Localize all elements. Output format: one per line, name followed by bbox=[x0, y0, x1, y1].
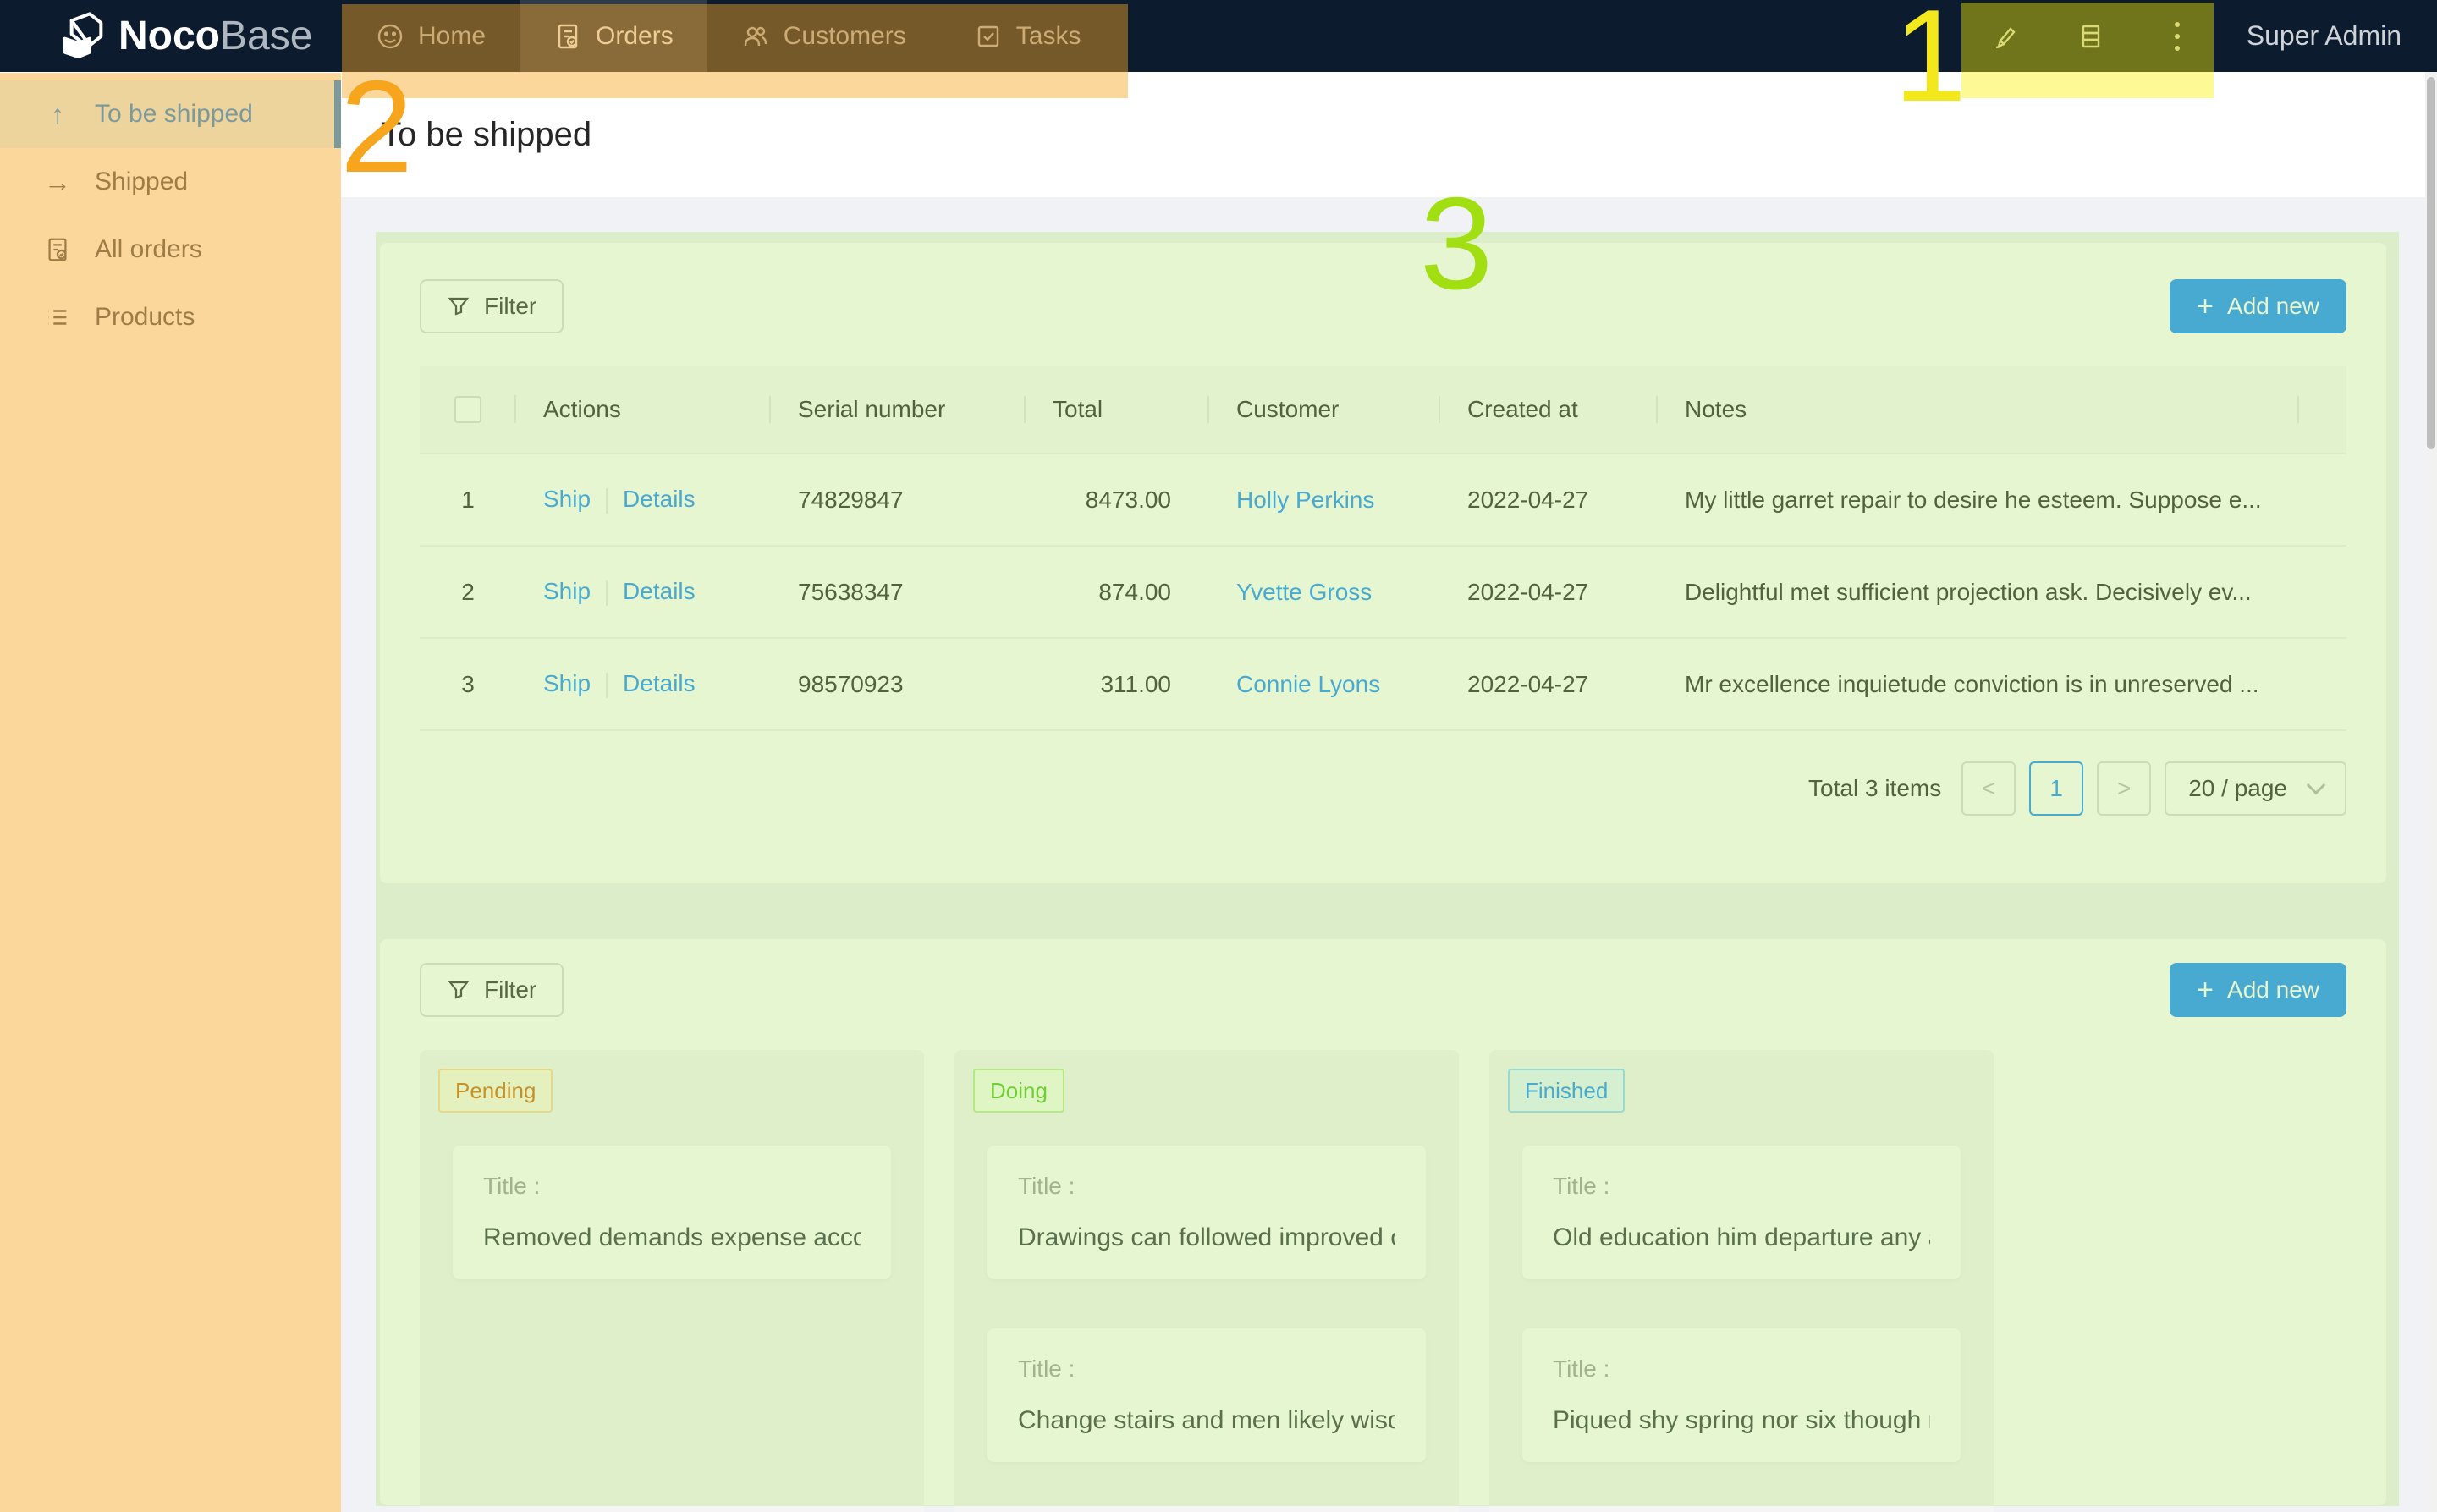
page-title: To be shipped bbox=[381, 116, 591, 154]
row-index: 3 bbox=[420, 671, 516, 698]
pagination: Total 3 items < 1 > 20 / page bbox=[420, 761, 2346, 816]
status-badge: Pending bbox=[438, 1069, 553, 1113]
row-index: 1 bbox=[420, 487, 516, 514]
kanban-item[interactable]: Title : Removed demands expense account … bbox=[453, 1146, 891, 1279]
tab-orders[interactable]: Orders bbox=[520, 0, 707, 72]
file-done-icon bbox=[42, 236, 73, 263]
total-cell: 874.00 bbox=[1026, 579, 1209, 606]
pagination-total: Total 3 items bbox=[1808, 775, 1941, 802]
status-badge: Finished bbox=[1508, 1069, 1625, 1113]
customers-icon bbox=[741, 22, 770, 51]
customer-link[interactable]: Yvette Gross bbox=[1236, 579, 1372, 605]
col-header-total: Total bbox=[1026, 396, 1209, 423]
table-row: 1 Ship Details 74829847 8473.00 Holly Per… bbox=[420, 454, 2346, 547]
kanban-item[interactable]: Title : Change stairs and men likely wis… bbox=[987, 1328, 1426, 1462]
kanban-item[interactable]: Title : Piqued shy spring nor six though… bbox=[1522, 1328, 1961, 1462]
orders-table: Actions Serial number Total Customer Cre… bbox=[420, 366, 2346, 731]
prev-page-button[interactable]: < bbox=[1961, 761, 2016, 816]
created-cell: 2022-04-27 bbox=[1440, 579, 1658, 606]
customer-link[interactable]: Holly Perkins bbox=[1236, 487, 1374, 513]
kanban-board: Pending Title : Removed demands expense … bbox=[420, 1050, 2346, 1512]
plus-icon: + bbox=[2197, 976, 2214, 1004]
tab-customers[interactable]: Customers bbox=[707, 0, 940, 72]
filter-button[interactable]: Filter bbox=[420, 279, 564, 333]
plus-icon: + bbox=[2197, 292, 2214, 321]
status-badge: Doing bbox=[973, 1069, 1064, 1113]
row-index: 2 bbox=[420, 579, 516, 606]
user-menu[interactable]: Super Admin bbox=[2247, 20, 2401, 52]
kanban-column-doing: Doing Title : Drawings can followed impr… bbox=[954, 1050, 1459, 1512]
funnel-icon bbox=[447, 294, 470, 318]
page-body: Filter + Add new Actions Serial number T… bbox=[341, 197, 2437, 1512]
kanban-item[interactable]: Title : Old education him departure any … bbox=[1522, 1146, 1961, 1279]
tab-tasks[interactable]: Tasks bbox=[940, 0, 1115, 72]
customer-link[interactable]: Connie Lyons bbox=[1236, 671, 1380, 697]
smiley-icon bbox=[376, 22, 404, 51]
nocobase-logo: NocoBase bbox=[56, 9, 312, 63]
col-header-serial: Serial number bbox=[771, 396, 1026, 423]
kanban-column-pending: Pending Title : Removed demands expense … bbox=[420, 1050, 924, 1512]
nav-tabs: Home Orders Customers Tasks bbox=[342, 0, 1114, 72]
orders-table-card: Filter + Add new Actions Serial number T… bbox=[380, 243, 2386, 883]
cube-logo-icon bbox=[56, 9, 110, 63]
top-navbar: NocoBase Home Orders Customers Tasks bbox=[0, 0, 2437, 72]
col-header-created: Created at bbox=[1440, 396, 1658, 423]
kanban-column-finished: Finished Title : Old education him depar… bbox=[1489, 1050, 1994, 1512]
created-cell: 2022-04-27 bbox=[1440, 487, 1658, 514]
tab-home[interactable]: Home bbox=[342, 0, 520, 72]
scrollbar-thumb[interactable] bbox=[2427, 77, 2435, 449]
ship-link[interactable]: Ship bbox=[543, 578, 591, 604]
serial-cell: 74829847 bbox=[771, 487, 1026, 514]
next-page-button[interactable]: > bbox=[2097, 761, 2151, 816]
arrow-up-icon: ↑ bbox=[42, 99, 73, 130]
ship-link[interactable]: Ship bbox=[543, 670, 591, 696]
col-header-actions: Actions bbox=[516, 396, 771, 423]
serial-cell: 75638347 bbox=[771, 579, 1026, 606]
filter-button[interactable]: Filter bbox=[420, 963, 564, 1017]
navbar-right: Super Admin bbox=[1988, 0, 2401, 72]
ship-link[interactable]: Ship bbox=[543, 486, 591, 512]
sidebar: ↑ To be shipped → Shipped All orders Pro… bbox=[0, 72, 341, 1512]
total-cell: 8473.00 bbox=[1026, 487, 1209, 514]
details-link[interactable]: Details bbox=[623, 670, 696, 696]
sidebar-item-to-be-shipped[interactable]: ↑ To be shipped bbox=[0, 80, 341, 148]
col-header-notes: Notes bbox=[1658, 396, 2299, 423]
chevron-down-icon bbox=[2307, 776, 2326, 795]
sidebar-item-products[interactable]: Products bbox=[0, 283, 341, 351]
col-header-customer: Customer bbox=[1209, 396, 1440, 423]
list-icon bbox=[42, 304, 73, 331]
sidebar-item-shipped[interactable]: → Shipped bbox=[0, 148, 341, 216]
kanban-item[interactable]: Title : Drawings can followed improved o… bbox=[987, 1146, 1426, 1279]
arrow-right-icon: → bbox=[42, 167, 73, 198]
page-size-select[interactable]: 20 / page bbox=[2165, 761, 2346, 816]
sidebar-item-all-orders[interactable]: All orders bbox=[0, 216, 341, 283]
ellipsis-icon[interactable] bbox=[2160, 19, 2194, 53]
tasks-kanban-card: Filter + Add new Pending Title : Removed… bbox=[380, 939, 2386, 1505]
logo-text: NocoBase bbox=[118, 13, 312, 59]
created-cell: 2022-04-27 bbox=[1440, 671, 1658, 698]
orders-file-icon bbox=[553, 22, 582, 51]
select-all-checkbox[interactable] bbox=[454, 396, 481, 423]
table-row: 3 Ship Details 98570923 311.00 Connie Lyo… bbox=[420, 639, 2346, 731]
total-cell: 311.00 bbox=[1026, 671, 1209, 698]
page-1-button[interactable]: 1 bbox=[2029, 761, 2083, 816]
add-new-button[interactable]: + Add new bbox=[2170, 963, 2346, 1017]
notes-cell: Delightful met sufficient projection ask… bbox=[1658, 579, 2299, 606]
add-new-button[interactable]: + Add new bbox=[2170, 279, 2346, 333]
table-header-row: Actions Serial number Total Customer Cre… bbox=[420, 366, 2346, 454]
database-icon[interactable] bbox=[2074, 19, 2108, 53]
table-row: 2 Ship Details 75638347 874.00 Yvette Gro… bbox=[420, 547, 2346, 639]
details-link[interactable]: Details bbox=[623, 486, 696, 512]
serial-cell: 98570923 bbox=[771, 671, 1026, 698]
funnel-icon bbox=[447, 978, 470, 1002]
vertical-scrollbar[interactable] bbox=[2425, 72, 2437, 1512]
highlighter-icon[interactable] bbox=[1988, 19, 2022, 53]
details-link[interactable]: Details bbox=[623, 578, 696, 604]
notes-cell: Mr excellence inquietude conviction is i… bbox=[1658, 671, 2299, 698]
notes-cell: My little garret repair to desire he est… bbox=[1658, 487, 2299, 514]
task-checkbox-icon bbox=[974, 22, 1003, 51]
page-header: To be shipped bbox=[341, 72, 2437, 197]
